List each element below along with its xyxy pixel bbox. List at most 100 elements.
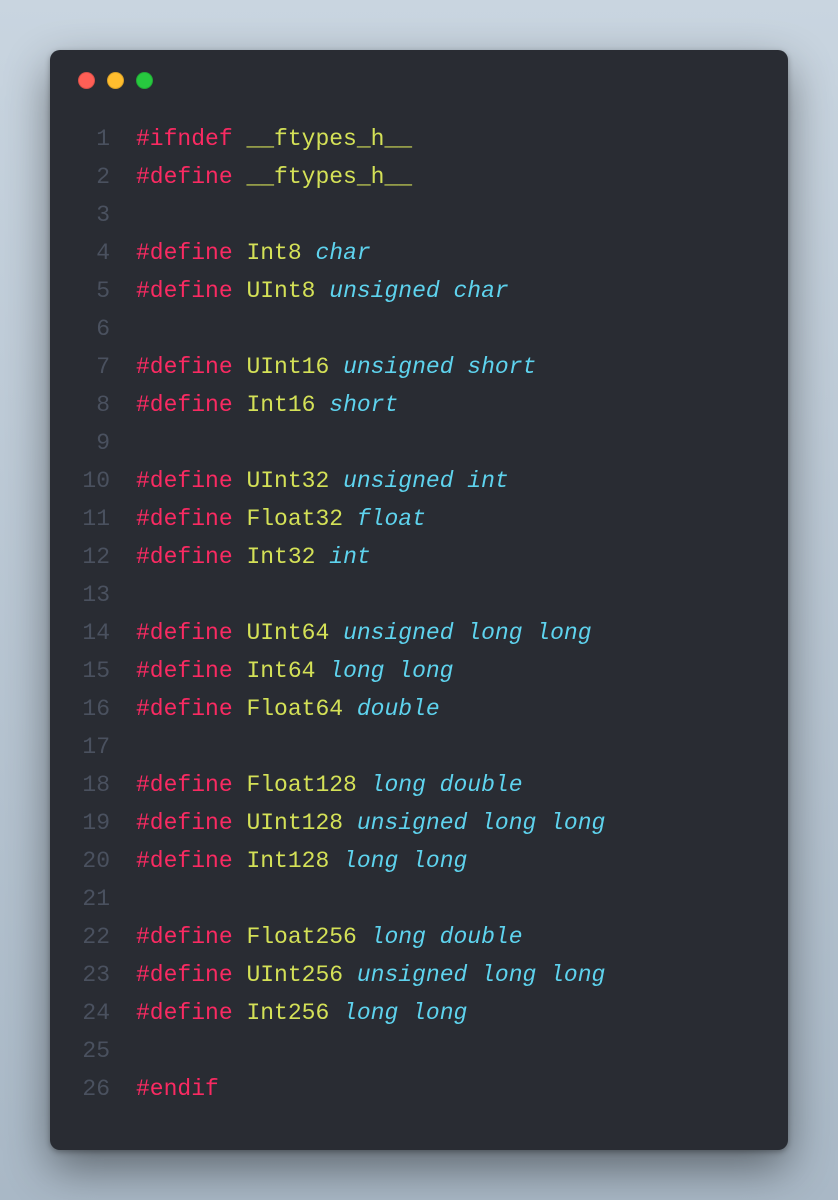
zoom-icon[interactable] — [136, 72, 153, 89]
token-ident: __ftypes_h__ — [246, 164, 412, 190]
code-line: 8#define Int16 short — [50, 386, 788, 424]
token-ident: Int256 — [246, 1000, 329, 1026]
line-number: 10 — [50, 462, 136, 500]
token-space — [233, 354, 247, 380]
line-number: 12 — [50, 538, 136, 576]
token-dir: #define — [136, 506, 233, 532]
token-ident: UInt8 — [246, 278, 315, 304]
line-number: 3 — [50, 196, 136, 234]
token-ident: Float64 — [246, 696, 343, 722]
token-type: unsigned long long — [357, 962, 605, 988]
code-line: 25 — [50, 1032, 788, 1070]
token-space — [233, 240, 247, 266]
line-number: 7 — [50, 348, 136, 386]
token-dir: #ifndef — [136, 126, 233, 152]
code-line: 2#define __ftypes_h__ — [50, 158, 788, 196]
token-dir: #define — [136, 658, 233, 684]
code-line: 21 — [50, 880, 788, 918]
line-content: #endif — [136, 1070, 219, 1108]
token-ident: Float128 — [246, 772, 356, 798]
token-type: unsigned int — [343, 468, 509, 494]
token-type: long long — [329, 658, 453, 684]
line-content: #define __ftypes_h__ — [136, 158, 412, 196]
line-content: #define Float128 long double — [136, 766, 523, 804]
token-dir: #define — [136, 696, 233, 722]
token-ident: Int128 — [246, 848, 329, 874]
token-dir: #define — [136, 392, 233, 418]
code-area: 1#ifndef __ftypes_h__2#define __ftypes_h… — [50, 110, 788, 1108]
token-ident: UInt32 — [246, 468, 329, 494]
token-ident: Int32 — [246, 544, 315, 570]
code-line: 9 — [50, 424, 788, 462]
token-dir: #define — [136, 164, 233, 190]
token-space — [329, 1000, 343, 1026]
line-number: 19 — [50, 804, 136, 842]
line-number: 13 — [50, 576, 136, 614]
code-line: 15#define Int64 long long — [50, 652, 788, 690]
line-content: #define Float32 float — [136, 500, 426, 538]
close-icon[interactable] — [78, 72, 95, 89]
token-type: long double — [371, 772, 523, 798]
code-line: 22#define Float256 long double — [50, 918, 788, 956]
line-number: 20 — [50, 842, 136, 880]
token-type: unsigned long long — [343, 620, 591, 646]
code-line: 14#define UInt64 unsigned long long — [50, 614, 788, 652]
code-line: 19#define UInt128 unsigned long long — [50, 804, 788, 842]
line-content: #define UInt8 unsigned char — [136, 272, 509, 310]
line-number: 2 — [50, 158, 136, 196]
line-number: 24 — [50, 994, 136, 1032]
token-dir: #define — [136, 278, 233, 304]
line-content: #define UInt32 unsigned int — [136, 462, 509, 500]
token-type: char — [315, 240, 370, 266]
token-space — [329, 848, 343, 874]
code-line: 3 — [50, 196, 788, 234]
token-space — [233, 620, 247, 646]
token-dir: #define — [136, 354, 233, 380]
token-space — [329, 620, 343, 646]
code-line: 6 — [50, 310, 788, 348]
token-space — [233, 506, 247, 532]
code-line: 5#define UInt8 unsigned char — [50, 272, 788, 310]
token-ident: Int64 — [246, 658, 315, 684]
line-content: #define Int16 short — [136, 386, 398, 424]
token-dir: #define — [136, 924, 233, 950]
line-content: #define UInt256 unsigned long long — [136, 956, 605, 994]
token-space — [343, 962, 357, 988]
token-dir: #define — [136, 1000, 233, 1026]
token-type: int — [329, 544, 370, 570]
token-space — [233, 164, 247, 190]
line-content: #define Int256 long long — [136, 994, 467, 1032]
token-type: long long — [343, 848, 467, 874]
line-content: #define Int32 int — [136, 538, 371, 576]
line-number: 11 — [50, 500, 136, 538]
line-number: 6 — [50, 310, 136, 348]
token-ident: Int8 — [246, 240, 301, 266]
token-ident: UInt256 — [246, 962, 343, 988]
code-line: 12#define Int32 int — [50, 538, 788, 576]
token-ident: Int16 — [246, 392, 315, 418]
line-number: 14 — [50, 614, 136, 652]
line-content: #define Int64 long long — [136, 652, 454, 690]
minimize-icon[interactable] — [107, 72, 124, 89]
token-dir: #define — [136, 240, 233, 266]
code-line: 18#define Float128 long double — [50, 766, 788, 804]
token-space — [329, 354, 343, 380]
line-content: #define UInt16 unsigned short — [136, 348, 536, 386]
token-space — [233, 126, 247, 152]
line-content: #define Int128 long long — [136, 842, 467, 880]
code-line: 20#define Int128 long long — [50, 842, 788, 880]
token-space — [233, 278, 247, 304]
token-space — [357, 772, 371, 798]
token-type: long long — [343, 1000, 467, 1026]
line-number: 1 — [50, 120, 136, 158]
token-space — [315, 278, 329, 304]
token-space — [233, 962, 247, 988]
line-number: 23 — [50, 956, 136, 994]
line-number: 21 — [50, 880, 136, 918]
code-line: 17 — [50, 728, 788, 766]
code-line: 7#define UInt16 unsigned short — [50, 348, 788, 386]
token-space — [233, 658, 247, 684]
token-ident: UInt128 — [246, 810, 343, 836]
line-number: 18 — [50, 766, 136, 804]
line-number: 8 — [50, 386, 136, 424]
